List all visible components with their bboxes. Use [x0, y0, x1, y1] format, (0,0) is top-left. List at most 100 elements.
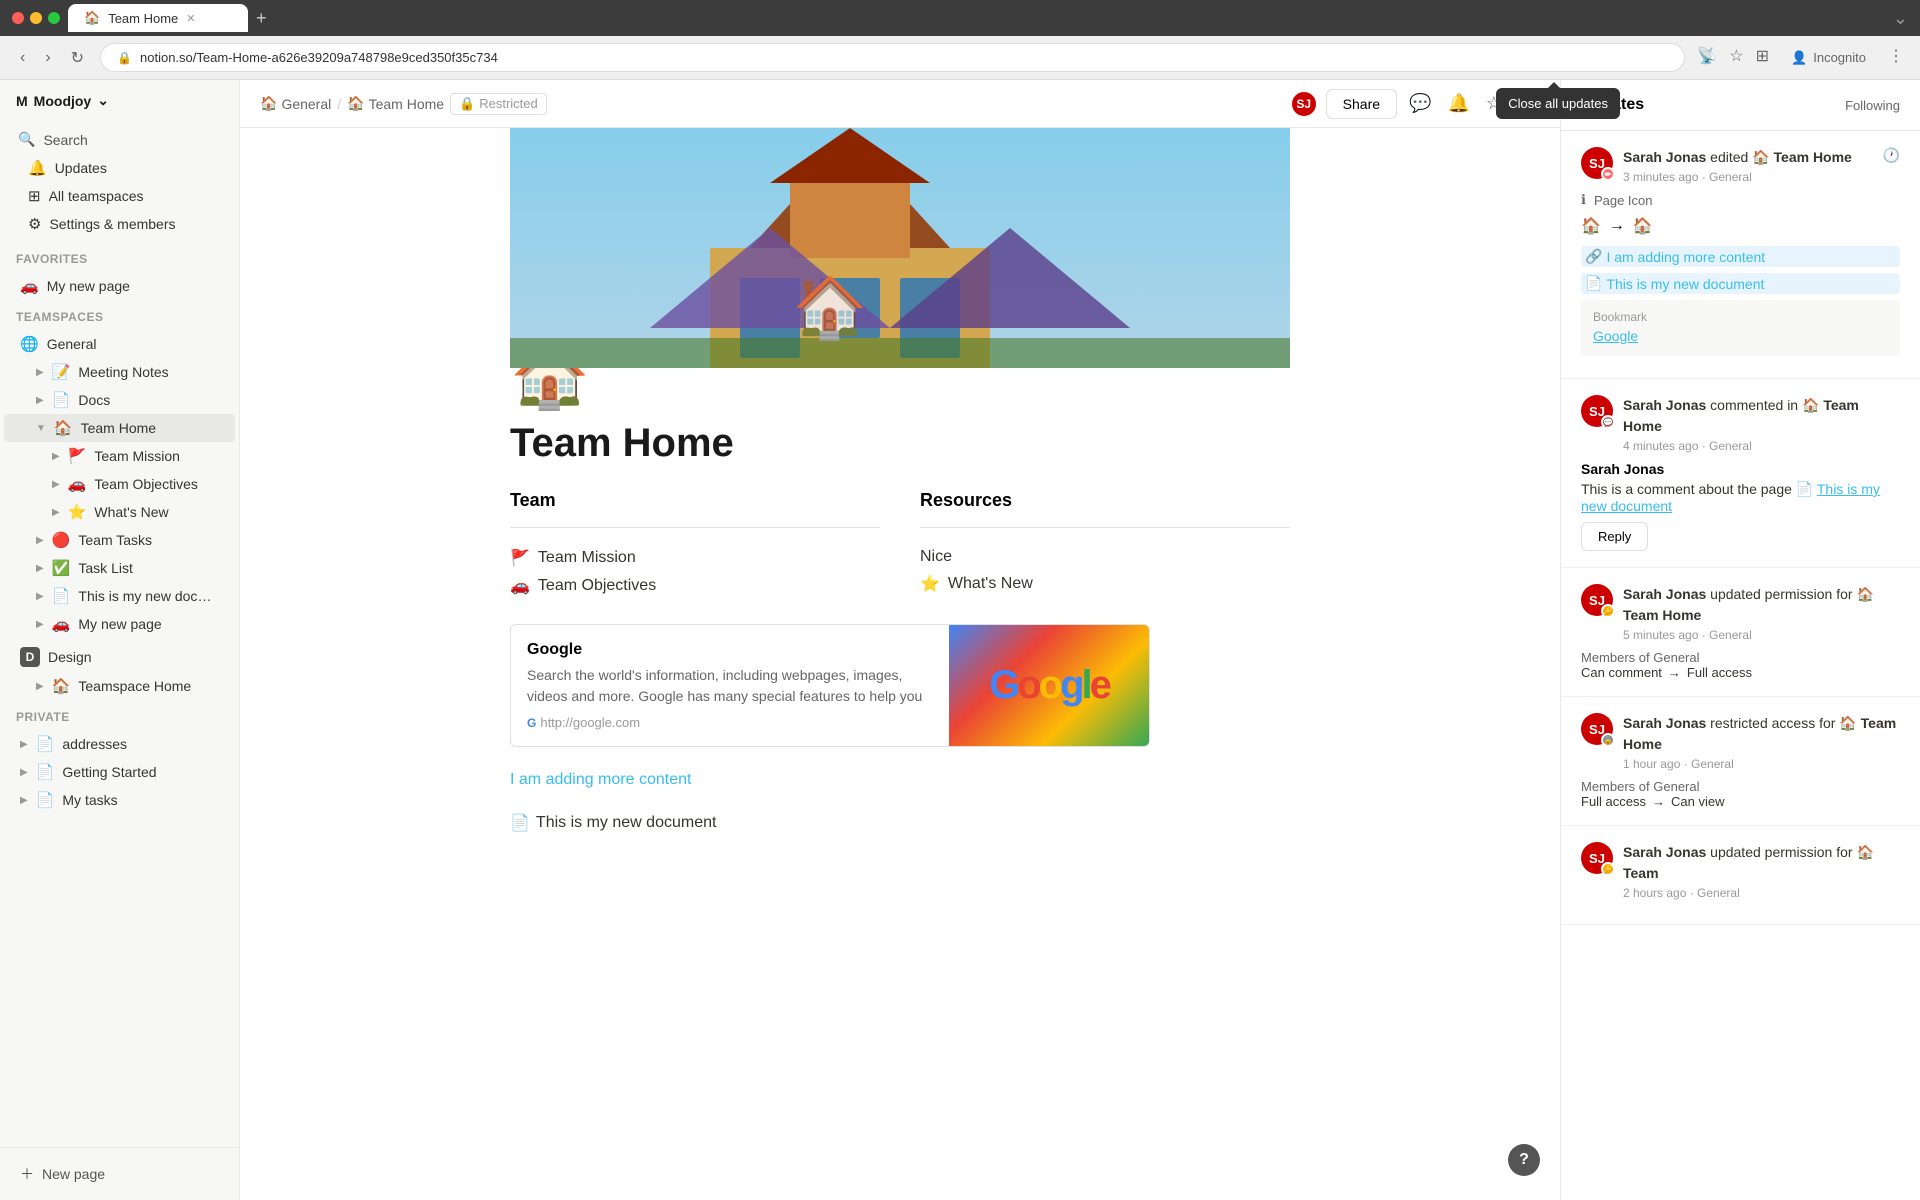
- cast-icon[interactable]: 📡: [1697, 46, 1717, 70]
- browser-actions: 📡 ☆ ⊞ 👤 Incognito ⋮: [1697, 46, 1904, 70]
- updates-bell-btn[interactable]: 🔔: [1443, 89, 1473, 118]
- comment-doc-link[interactable]: This is my new document: [1581, 481, 1880, 514]
- update-text-container-1: Sarah Jonas edited 🏠 Team Home 3 minutes…: [1623, 147, 1873, 184]
- content-link-1[interactable]: 🔗 I am adding more content: [1585, 248, 1896, 265]
- forward-btn[interactable]: ›: [41, 45, 54, 71]
- new-document-link[interactable]: 📄 This is my new document: [510, 813, 716, 833]
- avatar-badge-1: ✏: [1601, 167, 1615, 181]
- update-avatar-4: SJ 🔒: [1581, 713, 1613, 745]
- reload-btn[interactable]: ↻: [67, 44, 88, 72]
- workspace-name[interactable]: M Moodjoy ⌄: [16, 92, 109, 109]
- tab-close-btn[interactable]: ✕: [186, 12, 195, 25]
- sidebar-item-team-home[interactable]: ▼ 🏠 Team Home: [4, 414, 235, 442]
- maximize-dot[interactable]: [48, 12, 60, 24]
- doc3-icon: 📄: [36, 791, 55, 809]
- sidebar-item-task-list[interactable]: ▶ ✅ Task List: [4, 554, 235, 582]
- team-objectives-link[interactable]: 🚗 Team Objectives: [510, 572, 880, 600]
- update-item-2: SJ 💬 Sarah Jonas commented in 🏠 Team Hom…: [1561, 379, 1920, 568]
- adding-content-link[interactable]: I am adding more content: [510, 771, 691, 789]
- sidebar-item-updates[interactable]: 🔔 Updates: [12, 154, 227, 182]
- sidebar-item-settings[interactable]: ⚙ Settings & members: [12, 210, 227, 238]
- update-content-link-1[interactable]: 🔗 I am adding more content: [1581, 246, 1900, 267]
- reply-btn-2[interactable]: Reply: [1581, 522, 1648, 551]
- help-btn[interactable]: ?: [1508, 1144, 1540, 1176]
- sidebar-item-design[interactable]: D Design: [4, 642, 235, 672]
- bookmark-star-icon[interactable]: ☆: [1729, 46, 1743, 70]
- bookmark-link-1[interactable]: Google: [1593, 328, 1638, 344]
- sidebar-item-my-new-page[interactable]: ▶ 🚗 My new page: [4, 610, 235, 638]
- sidebar-item-meeting-notes[interactable]: ▶ 📝 Meeting Notes: [4, 358, 235, 386]
- sidebar-item-my-new-page-fav[interactable]: 🚗 My new page: [4, 272, 235, 300]
- update-avatar-2: SJ 💬: [1581, 395, 1613, 427]
- update-text-container-5: Sarah Jonas updated permission for 🏠 Tea…: [1623, 842, 1900, 900]
- breadcrumb-home[interactable]: 🏠 General: [260, 95, 331, 112]
- menu-icon[interactable]: ⋮: [1888, 46, 1904, 70]
- teamspaces-header: Teamspaces: [0, 304, 239, 330]
- page-breadcrumb-icon: 🏠: [347, 95, 364, 112]
- doc-link-icon: 📄: [1585, 275, 1602, 292]
- nice-link[interactable]: Nice: [920, 544, 1290, 570]
- sidebar-item-new-document[interactable]: ▶ 📄 This is my new document: [4, 582, 235, 610]
- update-time-3: 5 minutes ago · General: [1623, 628, 1900, 642]
- sidebar-item-addresses[interactable]: ▶ 📄 addresses: [4, 730, 235, 758]
- update-item-4: SJ 🔒 Sarah Jonas restricted access for 🏠…: [1561, 697, 1920, 826]
- resources-divider: [920, 527, 1290, 528]
- window-controls[interactable]: [12, 12, 60, 24]
- close-dot[interactable]: [12, 12, 24, 24]
- sidebar-item-team-objectives[interactable]: ▶ 🚗 Team Objectives: [4, 470, 235, 498]
- close-updates-tooltip: Close all updates: [1496, 88, 1560, 119]
- sidebar-item-whats-new[interactable]: ▶ ⭐ What's New: [4, 498, 235, 526]
- update-item-1: SJ ✏ Sarah Jonas edited 🏠 Team Home 3 mi…: [1561, 131, 1920, 379]
- resources-header: Resources: [920, 490, 1290, 511]
- new-tab-btn[interactable]: +: [256, 8, 267, 29]
- update-detail-3: Members of General Can comment → Full ac…: [1581, 650, 1900, 680]
- updates-panel: Updates Following SJ ✏ Sarah Jonas edite…: [1560, 80, 1920, 1200]
- breadcrumb-page[interactable]: 🏠 Team Home: [347, 95, 444, 112]
- doc-link-1[interactable]: 📄 This is my new document: [1585, 275, 1896, 292]
- team-header: Team: [510, 490, 880, 511]
- minimize-dot[interactable]: [30, 12, 42, 24]
- window-expand-btn[interactable]: ⌄: [1893, 8, 1908, 29]
- chevron-icon: ▶: [36, 619, 44, 630]
- sidebar-item-getting-started[interactable]: ▶ 📄 Getting Started: [4, 758, 235, 786]
- update-text-4: Sarah Jonas restricted access for 🏠 Team…: [1623, 713, 1900, 755]
- adding-content-section: I am adding more content: [510, 771, 1290, 801]
- sidebar-item-team-tasks[interactable]: ▶ 🔴 Team Tasks: [4, 526, 235, 554]
- icon-to: 🏠: [1633, 216, 1653, 236]
- sidebar-item-teamspace-home[interactable]: ▶ 🏠 Teamspace Home: [4, 672, 235, 700]
- search-btn[interactable]: 🔍 Search: [8, 125, 231, 154]
- following-btn[interactable]: Following: [1845, 98, 1900, 113]
- sidebar-item-team-mission[interactable]: ▶ 🚩 Team Mission: [4, 442, 235, 470]
- back-btn[interactable]: ‹: [16, 45, 29, 71]
- avatar-badge-2: 💬: [1601, 415, 1615, 429]
- update-text-container-4: Sarah Jonas restricted access for 🏠 Team…: [1623, 713, 1900, 771]
- teamspaces-section: Teamspaces 🌐 General ▶ 📝 Meeting Notes ▶…: [0, 304, 239, 638]
- profile-chip[interactable]: 👤 Incognito: [1781, 46, 1876, 70]
- sidebar-item-docs[interactable]: ▶ 📄 Docs: [4, 386, 235, 414]
- sidebar-item-general[interactable]: 🌐 General: [4, 330, 235, 358]
- share-btn[interactable]: Share: [1326, 89, 1397, 119]
- chevron-down-icon: ▼: [36, 423, 46, 434]
- restricted-badge[interactable]: 🔒 Restricted: [450, 93, 547, 115]
- team-divider: [510, 527, 880, 528]
- url-input[interactable]: 🔒 notion.so/Team-Home-a626e39209a748798e…: [100, 43, 1685, 72]
- new-page-btn[interactable]: ＋ New page: [8, 1156, 231, 1192]
- update-doc-link-1[interactable]: 📄 This is my new document: [1581, 273, 1900, 294]
- main-content: 🏠 General / 🏠 Team Home 🔒 Restricted SJ …: [240, 80, 1560, 1200]
- update-detail-1: ℹ Page Icon 🏠 → 🏠 🔗 I am adding more con…: [1581, 192, 1900, 356]
- page-title: Team Home: [510, 421, 1290, 466]
- active-tab[interactable]: 🏠 Team Home ✕: [68, 4, 248, 32]
- avatar-group: SJ: [1290, 90, 1318, 118]
- star-icon: ⭐: [920, 574, 940, 594]
- chevron-icon: ▶: [20, 795, 28, 806]
- sidebar-item-my-tasks[interactable]: ▶ 📄 My tasks: [4, 786, 235, 814]
- bookmark-card[interactable]: Google Search the world's information, i…: [510, 624, 1150, 747]
- tab-grid-icon[interactable]: ⊞: [1756, 46, 1769, 70]
- update-author-4: Sarah Jonas: [1623, 715, 1706, 731]
- sidebar-item-all-teamspaces[interactable]: ⊞ All teamspaces: [12, 182, 227, 210]
- comment-btn[interactable]: 💬: [1405, 89, 1435, 118]
- team-mission-link[interactable]: 🚩 Team Mission: [510, 544, 880, 572]
- flag-icon: 🚩: [510, 548, 530, 568]
- doc-icon: 📄: [510, 813, 530, 833]
- whats-new-link[interactable]: ⭐ What's New: [920, 570, 1290, 598]
